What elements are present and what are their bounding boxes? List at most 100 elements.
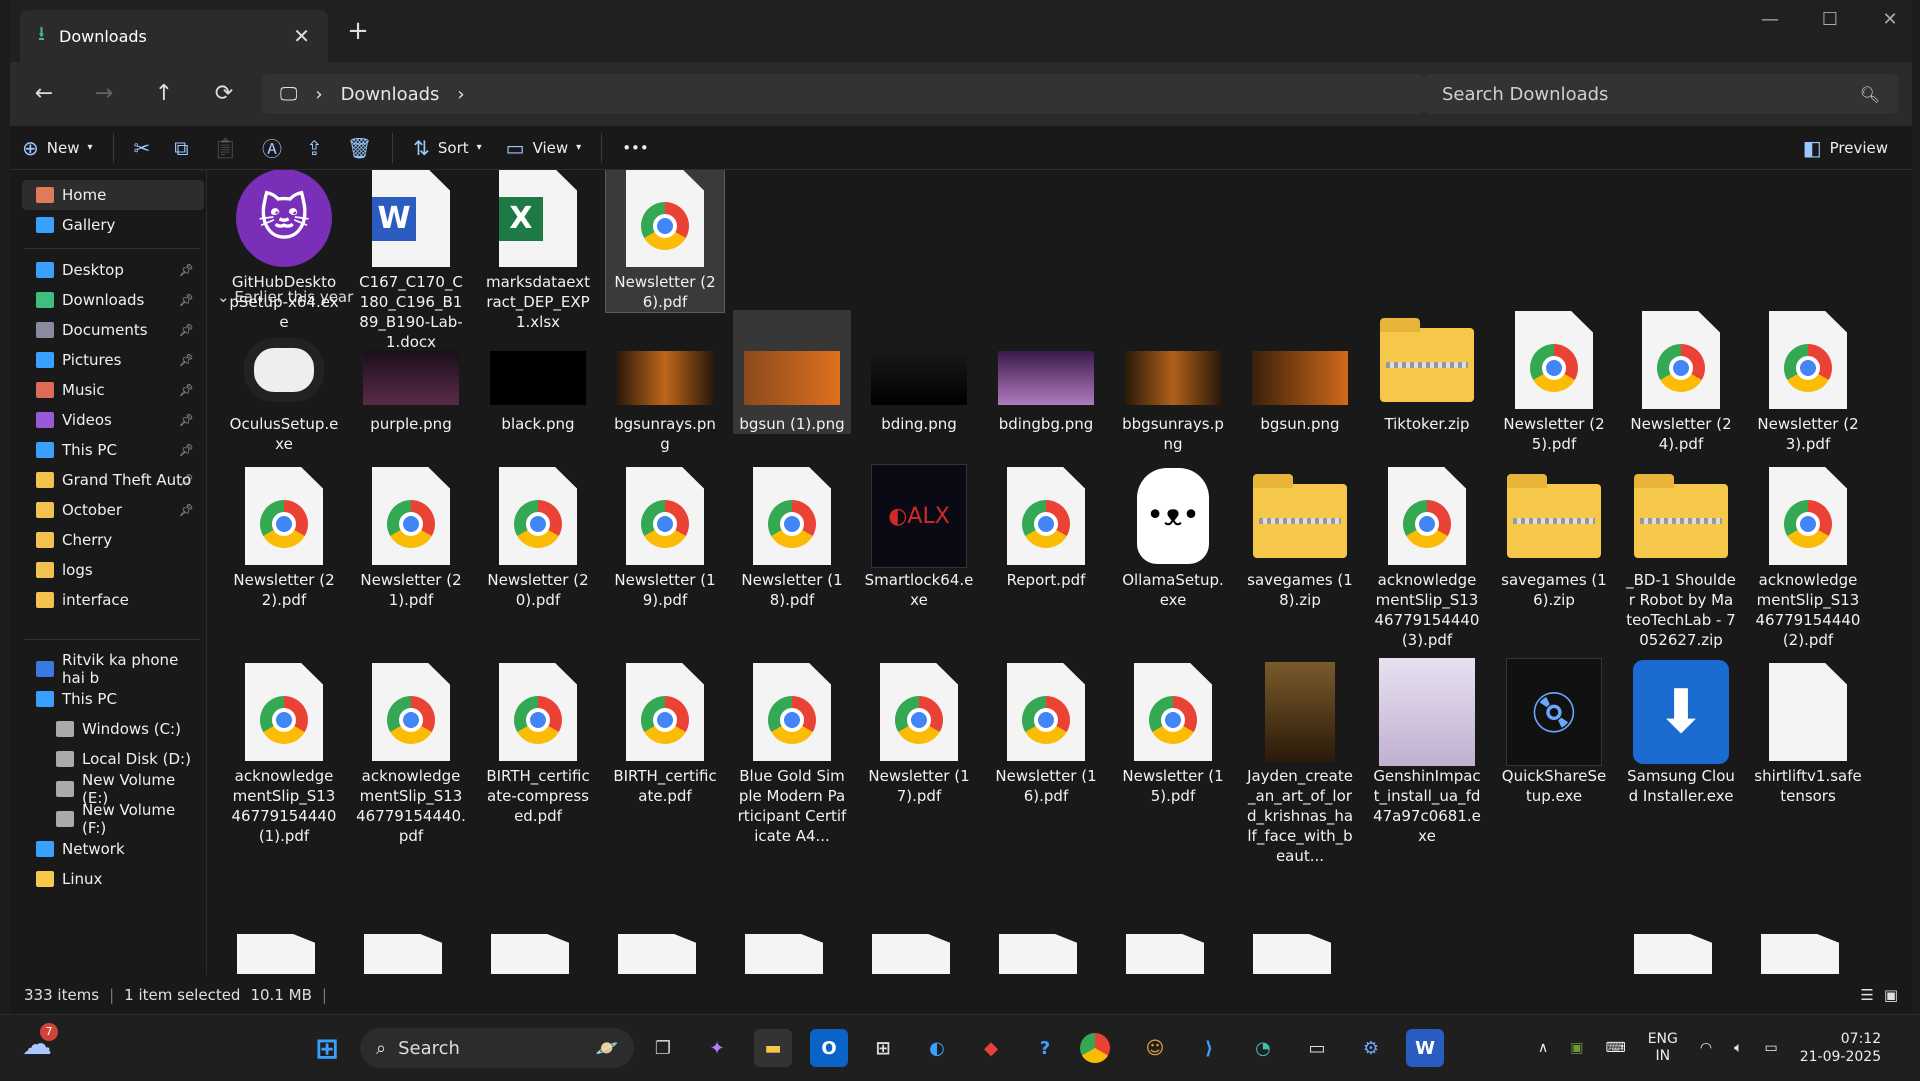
volume-icon[interactable]: 🔈︎ (1734, 1040, 1742, 1056)
file-item[interactable]: acknowledgementSlip_S1346779154440 (2).p… (1749, 466, 1867, 650)
file-item[interactable]: savegames (18).zip (1241, 466, 1359, 610)
sidebar-item-windows-c-[interactable]: Windows (C:) (22, 714, 204, 744)
help-icon[interactable]: ? (1026, 1029, 1064, 1067)
file-item[interactable]: Tiktoker.zip (1368, 310, 1486, 434)
copy-button[interactable]: ⧉ (162, 126, 200, 170)
chevron-up-icon[interactable]: ∧ (1538, 1040, 1548, 1056)
partial-file-icon[interactable] (618, 934, 696, 974)
file-item[interactable]: bgsun.png (1241, 310, 1359, 434)
sidebar-item-new-volume-e-[interactable]: New Volume (E:) (22, 771, 204, 807)
maximize-button[interactable]: ☐ (1800, 6, 1860, 34)
partial-file-icon[interactable] (745, 934, 823, 974)
sidebar-item-grand-theft-auto[interactable]: Grand Theft Auto 📌︎ (22, 465, 204, 495)
file-item[interactable]: Newsletter (25).pdf (1495, 310, 1613, 454)
sidebar-item-logs[interactable]: logs (22, 555, 204, 585)
language-indicator[interactable]: ENG IN (1648, 1031, 1678, 1065)
app-red-icon[interactable]: ◆ (972, 1029, 1010, 1067)
file-item[interactable]: acknowledgementSlip_S1346779154440 (1).p… (225, 662, 343, 846)
breadcrumb-chevron-icon[interactable]: › (457, 84, 464, 105)
sidebar-item-music[interactable]: Music 📌︎ (22, 375, 204, 405)
sidebar-item-desktop[interactable]: Desktop 📌︎ (22, 255, 204, 285)
sidebar-item-videos[interactable]: Videos 📌︎ (22, 405, 204, 435)
file-item[interactable]: GenshinImpact_install_ua_fd47a97c0681.ex… (1368, 658, 1486, 846)
sidebar-item-local-disk-d-[interactable]: Local Disk (D:) (22, 744, 204, 774)
forward-button[interactable]: → (84, 74, 124, 114)
file-item[interactable]: BIRTH_certificate-compressed.pdf (479, 662, 597, 826)
file-explorer-icon[interactable]: ▬ (754, 1029, 792, 1067)
details-view-icon[interactable]: ☰ (1860, 986, 1873, 1004)
word-icon[interactable]: W (1406, 1029, 1444, 1067)
close-tab-icon[interactable]: ✕ (293, 24, 310, 48)
terminal-icon[interactable]: ▭ (1298, 1029, 1336, 1067)
copilot-icon[interactable]: ✦ (698, 1029, 736, 1067)
sidebar-item-linux[interactable]: Linux (22, 864, 204, 894)
file-item[interactable]: black.png (479, 310, 597, 434)
file-item[interactable]: Newsletter (20).pdf (479, 466, 597, 610)
tab-downloads[interactable]: ⭳ Downloads ✕ (20, 10, 328, 62)
search-input[interactable]: Search Downloads 🔍︎ (1424, 74, 1898, 114)
partial-file-icon[interactable] (1253, 934, 1331, 974)
file-item[interactable]: bding.png (860, 310, 978, 434)
outlook-icon[interactable]: O (810, 1029, 848, 1067)
up-button[interactable]: ↑ (144, 74, 184, 114)
file-item[interactable]: bdingbg.png (987, 310, 1105, 434)
taskbar-search[interactable]: ⌕ Search 🪐 (360, 1028, 634, 1068)
cut-button[interactable]: ✂ (122, 126, 163, 170)
partial-file-icon[interactable] (491, 934, 569, 974)
sidebar-item-october[interactable]: October 📌︎ (22, 495, 204, 525)
file-item[interactable]: shirtliftv1.safetensors (1749, 662, 1867, 806)
file-item[interactable]: Report.pdf (987, 466, 1105, 590)
breadcrumb-downloads[interactable]: Downloads (341, 84, 440, 105)
file-item[interactable]: Newsletter (19).pdf (606, 466, 724, 610)
file-item[interactable]: ◐ALX Smartlock64.exe (860, 464, 978, 610)
sidebar-item-network[interactable]: Network (22, 834, 204, 864)
partial-file-icon[interactable] (1507, 934, 1585, 974)
tiles-view-icon[interactable]: ▣ (1884, 986, 1898, 1004)
partial-file-icon[interactable] (1761, 934, 1839, 974)
sidebar-item-documents[interactable]: Documents 📌︎ (22, 315, 204, 345)
file-item[interactable]: 💿︎ QuickShareSetup.exe (1495, 658, 1613, 806)
file-item[interactable]: Xmarksdataextract_DEP_EXP1.xlsx (479, 170, 597, 332)
view-button[interactable]: ▭ View ▾ (494, 126, 594, 170)
file-item[interactable]: 🐱︎ GitHubDesktopSetup-x64.exe (225, 170, 343, 332)
sort-button[interactable]: ⇅ Sort ▾ (401, 126, 494, 170)
refresh-button[interactable]: ⟳ (204, 74, 244, 114)
address-bar[interactable]: 🖵 › Downloads › (262, 74, 1424, 114)
file-item[interactable]: Jayden_create_an_art_of_lord_krishnas_ha… (1241, 662, 1359, 866)
file-item[interactable]: _BD-1 Shoulder Robot by MateoTechLab - 7… (1622, 466, 1740, 650)
close-window-button[interactable]: ✕ (1860, 6, 1912, 34)
partial-file-icon[interactable] (999, 934, 1077, 974)
file-item[interactable]: Newsletter (18).pdf (733, 466, 851, 610)
partial-file-icon[interactable] (237, 934, 315, 974)
file-item[interactable]: bgsunrays.png (606, 310, 724, 454)
task-view-icon[interactable]: ❐ (644, 1029, 682, 1067)
vscode-icon[interactable]: ⟩ (1190, 1029, 1228, 1067)
file-item[interactable]: Newsletter (23).pdf (1749, 310, 1867, 454)
app-teal-icon[interactable]: ◔ (1244, 1029, 1282, 1067)
partial-file-icon[interactable] (364, 934, 442, 974)
rename-button[interactable]: Ⓐ (250, 126, 294, 170)
sidebar-item-gallery[interactable]: Gallery (22, 210, 204, 240)
partial-file-icon[interactable] (1126, 934, 1204, 974)
avatar-app-icon[interactable]: ☺ (1136, 1029, 1174, 1067)
chrome-icon[interactable] (1080, 1033, 1110, 1063)
file-item[interactable]: acknowledgementSlip_S1346779154440 (3).p… (1368, 466, 1486, 650)
file-item[interactable]: Blue Gold Simple Modern Participant Cert… (733, 662, 851, 846)
file-item[interactable]: BIRTH_certificate.pdf (606, 662, 724, 806)
file-item[interactable]: OculusSetup.exe (225, 310, 343, 454)
file-item[interactable]: savegames (16).zip (1495, 466, 1613, 610)
preview-button[interactable]: ◧ Preview (1791, 126, 1900, 170)
partial-file-icon[interactable] (1380, 934, 1458, 974)
edge-icon[interactable]: ◐ (918, 1029, 956, 1067)
file-item[interactable]: bbgsunrays.png (1114, 310, 1232, 454)
file-item[interactable]: Newsletter (16).pdf (987, 662, 1105, 806)
sidebar-item-ritvik-ka-phone-hai-b[interactable]: Ritvik ka phone hai b (22, 651, 204, 687)
file-item[interactable]: Newsletter (17).pdf (860, 662, 978, 806)
wifi-icon[interactable]: ◠ (1700, 1040, 1712, 1056)
gpu-icon[interactable]: ▣ (1570, 1040, 1583, 1056)
python-icon[interactable]: ⚙ (1352, 1029, 1390, 1067)
sidebar-item-home[interactable]: Home (22, 180, 204, 210)
file-item[interactable]: Newsletter (24).pdf (1622, 310, 1740, 454)
clock[interactable]: 07:12 21-09-2025 (1800, 1030, 1881, 1066)
sidebar-item-pictures[interactable]: Pictures 📌︎ (22, 345, 204, 375)
